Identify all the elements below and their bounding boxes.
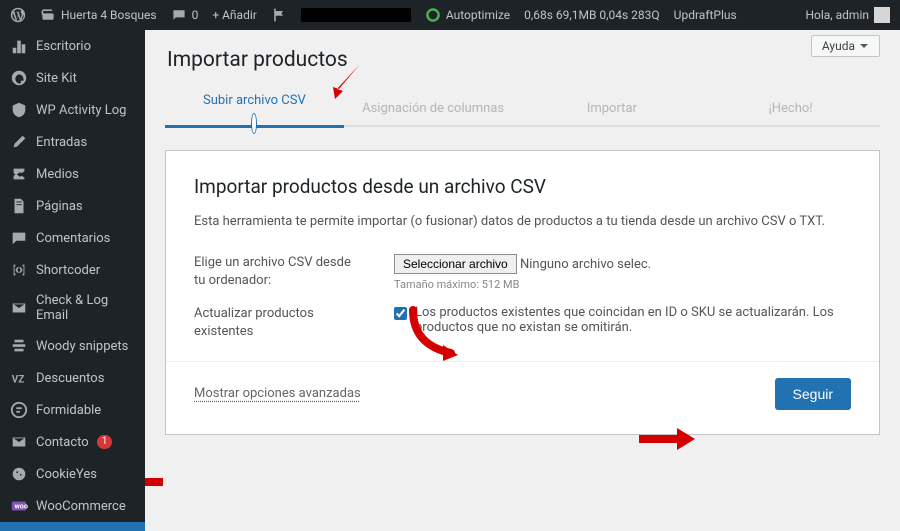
admin-bar: Huerta 4 Bosques 0 + Añadir Autoptimize …	[0, 0, 900, 30]
sidebar-item-descuentos[interactable]: VZDescuentos	[0, 362, 145, 394]
updraftplus[interactable]: UpdraftPlus	[674, 8, 737, 22]
avatar	[874, 7, 890, 23]
sidebar-item-woocommerce[interactable]: wooWooCommerce	[0, 490, 145, 522]
annotation-arrow-sidebar	[145, 470, 165, 498]
update-description: Los productos existentes que coincidan e…	[415, 305, 851, 335]
comments-count[interactable]: 0	[171, 7, 199, 23]
sidebar-item-cookieyes[interactable]: CookieYes	[0, 458, 145, 490]
select-file-button[interactable]: Seleccionar archivo	[394, 254, 517, 274]
sidebar-item-check-email[interactable]: Check & Log Email	[0, 286, 145, 330]
sidebar-item-escritorio[interactable]: Escritorio	[0, 30, 145, 62]
import-stepper: Subir archivo CSV Asignación de columnas…	[165, 92, 880, 132]
greeting[interactable]: Hola, admin	[805, 7, 890, 23]
help-button[interactable]: Ayuda	[811, 35, 880, 57]
svg-text:woo: woo	[15, 502, 28, 511]
chevron-down-icon	[859, 41, 869, 51]
sidebar-item-medios[interactable]: Medios	[0, 158, 145, 190]
step-import: Importar	[523, 101, 702, 124]
sidebar-item-entradas[interactable]: Entradas	[0, 126, 145, 158]
svg-text:VZ: VZ	[12, 375, 24, 386]
notification-badge: 1	[97, 435, 113, 449]
update-row: Actualizar productos existentes Los prod…	[194, 305, 851, 341]
sidebar-item-paginas[interactable]: Páginas	[0, 190, 145, 222]
file-row: Elige un archivo CSV desde tu ordenador:…	[194, 254, 851, 291]
sidebar-item-comentarios[interactable]: Comentarios	[0, 222, 145, 254]
sidebar-item-activitylog[interactable]: WP Activity Log	[0, 94, 145, 126]
sidebar-item-contacto[interactable]: Contacto1	[0, 426, 145, 458]
wp-logo[interactable]	[10, 7, 26, 23]
perf-stats[interactable]: 0,68s 69,1MB 0,04s 283Q	[524, 8, 660, 22]
continue-button[interactable]: Seguir	[775, 378, 851, 410]
file-hint: Tamaño máximo: 512 MB	[394, 278, 851, 291]
file-label: Elige un archivo CSV desde tu ordenador:	[194, 254, 364, 291]
sidebar-item-formidable[interactable]: Formidable	[0, 394, 145, 426]
main-content: Ayuda Importar productos Subir archivo C…	[145, 30, 900, 531]
card-description: Esta herramienta te permite importar (o …	[194, 212, 851, 232]
update-existing-checkbox[interactable]	[394, 307, 407, 320]
show-advanced-link[interactable]: Mostrar opciones avanzadas	[194, 386, 361, 401]
sidebar-item-woody[interactable]: Woody snippets	[0, 330, 145, 362]
card-heading: Importar productos desde un archivo CSV	[194, 175, 851, 198]
update-label: Actualizar productos existentes	[194, 305, 364, 341]
file-status: Ninguno archivo selec.	[520, 257, 651, 272]
sidebar-item-sitekit[interactable]: Site Kit	[0, 62, 145, 94]
sidebar-item-shortcoder[interactable]: Shortcoder	[0, 254, 145, 286]
autoptimize[interactable]: Autoptimize	[425, 7, 510, 23]
sidebar-item-productos[interactable]: Productos	[0, 522, 145, 531]
add-new[interactable]: + Añadir	[212, 8, 257, 22]
redacted	[301, 8, 411, 22]
step-done: ¡Hecho!	[701, 101, 880, 124]
import-card: Importar productos desde un archivo CSV …	[165, 150, 880, 435]
site-name[interactable]: Huerta 4 Bosques	[40, 7, 157, 23]
page-title: Importar productos	[167, 48, 880, 72]
step-columns: Asignación de columnas	[344, 101, 523, 124]
flag-icon[interactable]	[271, 7, 287, 23]
admin-sidebar: Escritorio Site Kit WP Activity Log Entr…	[0, 30, 145, 531]
